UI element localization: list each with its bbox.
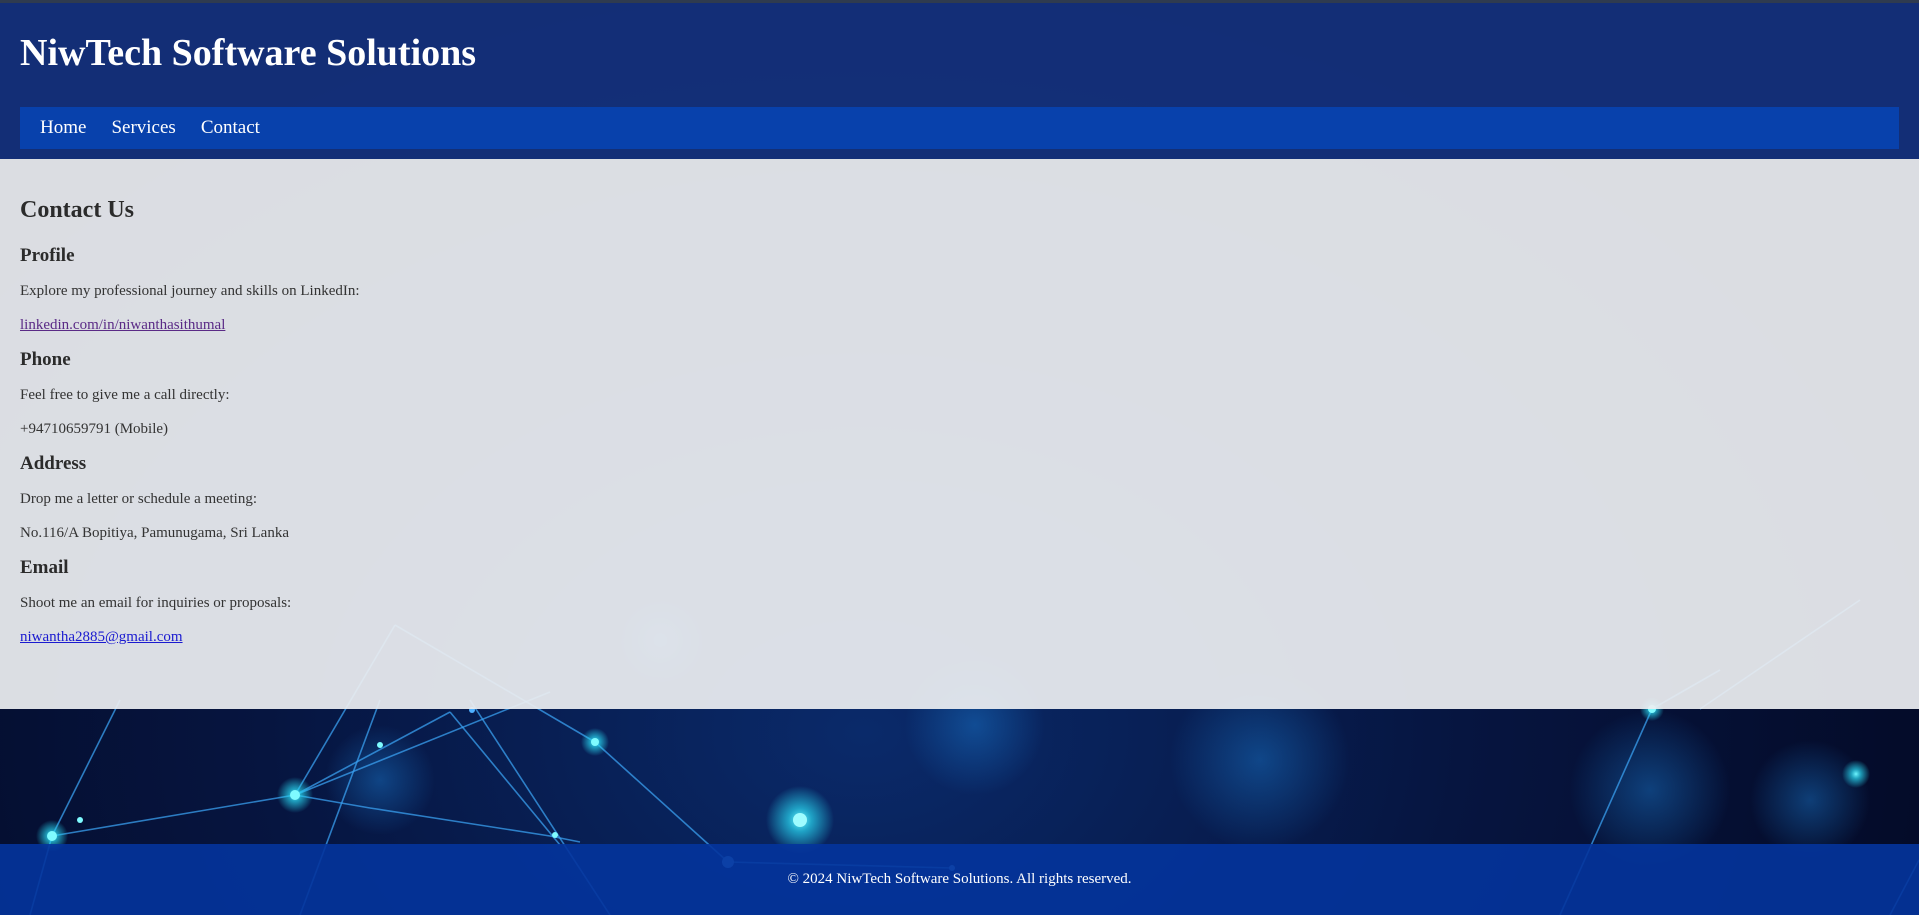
address-section: Address Drop me a letter or schedule a m… — [20, 453, 920, 544]
contact-content: Contact Us Profile Explore my profession… — [20, 197, 920, 661]
email-section: Email Shoot me an email for inquiries or… — [20, 557, 920, 648]
profile-link-row: linkedin.com/in/niwanthasithumal — [20, 315, 920, 336]
profile-text: Explore my professional journey and skil… — [20, 283, 360, 299]
nav-home-link[interactable]: Home — [40, 117, 86, 139]
phone-text: Feel free to give me a call directly: — [20, 387, 230, 403]
nav-contact-link[interactable]: Contact — [201, 117, 260, 139]
nav-services-link[interactable]: Services — [111, 117, 175, 139]
site-footer: © 2024 NiwTech Software Solutions. All r… — [0, 844, 1919, 915]
address-text: Drop me a letter or schedule a meeting: — [20, 491, 257, 507]
email-text: Shoot me an email for inquiries or propo… — [20, 595, 292, 611]
email-link-row: niwantha2885@gmail.com — [20, 627, 920, 648]
contact-heading: Contact Us — [20, 197, 134, 223]
email-title: Email — [20, 557, 69, 578]
contact-section: Contact Us Profile Explore my profession… — [0, 159, 1919, 709]
linkedin-link[interactable]: linkedin.com/in/niwanthasithumal — [20, 317, 225, 333]
email-link[interactable]: niwantha2885@gmail.com — [20, 629, 183, 645]
profile-title: Profile — [20, 245, 75, 266]
window-top-border — [0, 0, 1919, 3]
phone-number: +94710659791 (Mobile) — [20, 421, 169, 437]
site-header: NiwTech Software Solutions Home Services… — [0, 3, 1919, 159]
profile-section: Profile Explore my professional journey … — [20, 245, 920, 336]
address-title: Address — [20, 453, 87, 474]
address-value: No.116/A Bopitiya, Pamunugama, Sri Lanka — [20, 525, 289, 541]
copyright-text: © 2024 NiwTech Software Solutions. All r… — [787, 871, 1132, 887]
main-nav: Home Services Contact — [20, 107, 1899, 149]
phone-section: Phone Feel free to give me a call direct… — [20, 349, 920, 440]
phone-title: Phone — [20, 349, 71, 370]
site-title: NiwTech Software Solutions — [20, 32, 477, 74]
